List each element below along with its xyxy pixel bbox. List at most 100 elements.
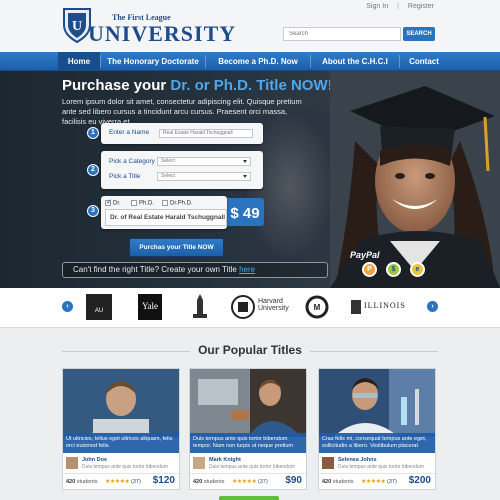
enter-name-label: Enter a Name (109, 129, 150, 136)
course-description: Duis tempus ante quis tortor bibendum te… (190, 433, 306, 453)
university-logo-circle[interactable]: M (305, 292, 329, 324)
nav-item-home[interactable]: Home (58, 52, 100, 71)
university-logo-harvard[interactable] (230, 292, 256, 324)
howard-tower-icon (193, 294, 207, 318)
option-dr[interactable]: Dr. (105, 198, 121, 207)
author-text: Duis tempus ante quis tortor bibendum (82, 464, 168, 470)
egold-icon[interactable]: e (410, 262, 425, 277)
star-rating-icon: ★★★★★ (232, 479, 257, 485)
chevron-down-icon (243, 175, 247, 178)
option-dr-phd[interactable]: Dr.Ph.D. (162, 200, 193, 207)
step-2-card: Pick a Category Select Pick a Title Sele… (101, 151, 263, 189)
university-monogram-icon: M (305, 295, 329, 319)
american-university-seal-icon: AU (86, 294, 112, 320)
illinois-shield-icon (351, 300, 361, 314)
course-image-chemistry (319, 369, 435, 437)
create-own-title-banner: Can't find the right Title? Create your … (62, 262, 328, 278)
author-name[interactable]: Selenea Johns (338, 457, 377, 463)
avatar (193, 457, 205, 469)
nav-item-honorary-doctorate[interactable]: The Honorary Doctorate (101, 52, 205, 71)
payment-methods: PayPal P $ e (347, 250, 437, 282)
step-1-badge: 1 (87, 127, 99, 139)
star-rating-icon: ★★★★★ (361, 479, 386, 485)
sign-in-link[interactable]: Sign In (366, 3, 388, 10)
university-logo-american[interactable]: AU (84, 292, 114, 324)
chevron-left-icon[interactable]: ‹ (62, 301, 73, 312)
svg-text:AU: AU (95, 308, 103, 314)
course-description: Cras felis mi, consequat tempus ante ege… (319, 433, 435, 453)
author-name[interactable]: Mark Knight (209, 457, 241, 463)
chevron-down-icon (243, 160, 247, 163)
harvard-university-name: Harvard University (258, 298, 289, 312)
logo-wordmark: UNIVERSITY (88, 21, 237, 46)
course-price: $90 (285, 475, 302, 486)
avatar (322, 457, 334, 469)
checkbox-checked-icon (105, 198, 112, 206)
option-phd[interactable]: Ph.D. (131, 200, 154, 207)
review-count: (37) (131, 479, 141, 485)
nav-item-about[interactable]: About the C.H.C.I (311, 52, 399, 71)
nav-item-contact[interactable]: Contact (400, 52, 448, 71)
author-text: Duis tempus ante quis tortor bibendum (338, 464, 424, 470)
course-card[interactable]: Ut ultricies, tellus eget ultrices aliqu… (62, 368, 180, 490)
step-1-card: Enter a Name Real Estate Harald Tschuggn… (101, 123, 263, 144)
create-own-title-text: Can't find the right Title? Create your … (73, 265, 237, 274)
svg-text:U: U (72, 19, 82, 34)
checkbox-icon (131, 200, 137, 206)
section-divider-right (310, 351, 438, 352)
chevron-right-icon[interactable]: › (427, 301, 438, 312)
university-logo-howard[interactable] (187, 292, 213, 324)
moneybookers-icon[interactable]: $ (386, 262, 401, 277)
checkbox-icon (162, 200, 168, 206)
paypal-icon[interactable]: P (362, 262, 377, 277)
course-card[interactable]: Duis tempus ante quis tortor bibendum te… (189, 368, 307, 490)
course-description: Ut ultricies, tellus eget ultrices aliqu… (63, 433, 179, 453)
purchase-title-button[interactable]: Purchas your Title NOW (129, 238, 224, 257)
harvard-seal-icon (231, 295, 255, 319)
svg-text:Yale: Yale (142, 301, 158, 311)
site-logo[interactable]: U The First League UNIVERSITY (62, 7, 235, 47)
category-label: Pick a Category (109, 158, 155, 165)
search-button[interactable]: SEARCH (403, 27, 435, 41)
search-bar: SEARCH (283, 27, 435, 41)
title-price: $ 49 (230, 205, 260, 222)
name-input[interactable]: Real Estate Harald Tschuggnall (159, 129, 253, 138)
search-input[interactable] (283, 27, 401, 41)
course-image-boy-laptop (63, 369, 179, 437)
course-card[interactable]: Cras felis mi, consequat tempus ante ege… (318, 368, 436, 490)
create-own-title-link[interactable]: here (239, 265, 255, 274)
title-preview: Dr. of Real Estate Harald Tschuggnall (105, 209, 227, 226)
author-name[interactable]: John Doe (82, 457, 107, 463)
course-price: $200 (408, 475, 431, 486)
nav-item-become-phd[interactable]: Become a Ph.D. Now (206, 52, 310, 71)
main-nav: Home The Honorary Doctorate Become a Ph.… (0, 52, 500, 71)
course-footer: 420 students ★★★★★ (37) $120 (63, 473, 179, 489)
course-footer: 420 students ★★★★★ (37) $90 (190, 473, 306, 489)
title-select[interactable]: Select (157, 172, 251, 181)
university-logo-illinois[interactable]: ILLINOIS (350, 292, 420, 324)
register-link[interactable]: Register (408, 3, 434, 10)
review-count: (37) (258, 479, 268, 485)
step-3-badge: 3 (87, 205, 99, 217)
review-count: (37) (387, 479, 397, 485)
auth-links: Sign In | Register (366, 3, 434, 10)
title-label: Pick a Title (109, 173, 141, 180)
star-rating-icon: ★★★★★ (105, 479, 130, 485)
auth-divider: | (397, 3, 399, 10)
student-count: 420 students (322, 479, 354, 485)
svg-text:M: M (314, 303, 321, 312)
category-select[interactable]: Select (157, 157, 251, 166)
student-count: 420 students (193, 479, 225, 485)
hero-title: Purchase your Dr. or Ph.D. Title NOW! (62, 77, 333, 94)
popular-titles-heading: Our Popular Titles (198, 343, 302, 357)
step-3-card: Dr. Ph.D. Dr.Ph.D. Dr. of Real Estate Ha… (101, 196, 227, 229)
avatar (66, 457, 78, 469)
load-more-button[interactable] (219, 496, 279, 500)
site-header: U The First League UNIVERSITY Sign In | Re… (0, 0, 500, 52)
paypal-label: PayPal (350, 250, 380, 260)
step-2-badge: 2 (87, 164, 99, 176)
university-logo-yale[interactable]: Yale (138, 292, 162, 324)
author-text: Duis tempus ante quis tortor bibendum (209, 464, 295, 470)
illinois-name: ILLINOIS (364, 301, 406, 310)
course-image-lab-student (190, 369, 306, 437)
